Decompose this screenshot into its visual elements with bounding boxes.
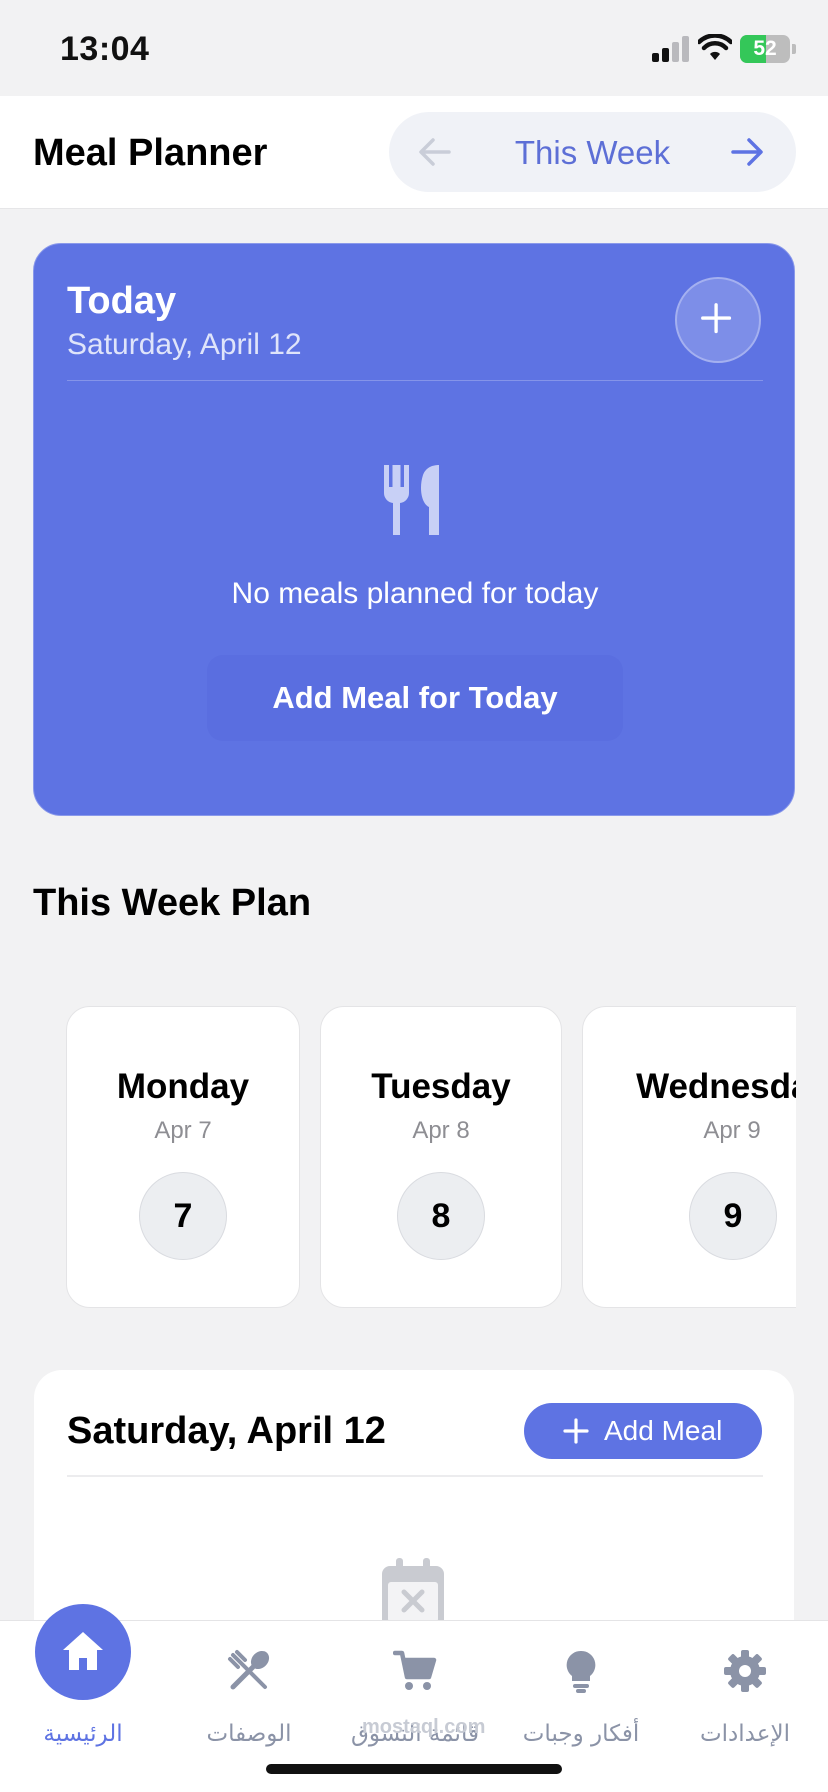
status-time: 13:04 (60, 30, 150, 68)
utensils-icon (228, 1650, 270, 1690)
home-tab-bubble (35, 1604, 131, 1700)
battery-percent: 52 (753, 37, 777, 60)
day-card-tuesday[interactable]: Tuesday Apr 8 8 (320, 1006, 562, 1308)
battery-indicator: 52 (740, 35, 796, 63)
home-icon (63, 1632, 103, 1670)
empty-meals-text: No meals planned for today (231, 577, 599, 610)
fork-knife-icon (383, 465, 439, 535)
day-card-monday[interactable]: Monday Apr 7 7 (66, 1006, 300, 1308)
watermark-text: mostaql.com (362, 1716, 486, 1738)
panel-divider (67, 1475, 763, 1477)
day-number-badge: 9 (689, 1172, 777, 1260)
day-date: Apr 7 (154, 1117, 212, 1144)
tab-recipes[interactable]: الوصفات (166, 1621, 332, 1751)
calendar-x-icon (382, 1558, 444, 1628)
today-title: Today (67, 280, 177, 322)
add-meal-button[interactable]: Add Meal (524, 1403, 762, 1459)
week-navigator: This Week (389, 112, 796, 192)
day-number-badge: 8 (397, 1172, 485, 1260)
arrow-left-icon[interactable] (415, 132, 455, 172)
tab-label: الرئيسية (43, 1721, 123, 1747)
week-label: This Week (514, 134, 671, 171)
week-days-scroller[interactable]: Monday Apr 7 7 Tuesday Apr 8 8 Wednesday… (58, 1000, 796, 1322)
page-title: Meal Planner (33, 132, 268, 174)
tab-label: الوصفات (206, 1721, 292, 1747)
add-meal-today-button[interactable]: Add Meal for Today (207, 655, 623, 741)
tab-settings[interactable]: الإعدادات (662, 1621, 828, 1751)
app-header: Meal Planner This Week (0, 96, 828, 209)
tab-label: الإعدادات (700, 1721, 790, 1747)
day-name: Tuesday (371, 1067, 511, 1106)
home-indicator[interactable] (266, 1764, 562, 1774)
wifi-icon (698, 34, 732, 60)
add-today-plus-button[interactable] (675, 277, 761, 363)
plus-icon (563, 1418, 589, 1444)
day-date: Apr 9 (703, 1117, 761, 1144)
tab-meal-ideas[interactable]: أفكار وجبات (498, 1621, 664, 1751)
day-card-wednesday[interactable]: Wednesday Apr 9 9 (582, 1006, 796, 1308)
today-date: Saturday, April 12 (67, 328, 302, 361)
arrow-right-icon[interactable] (727, 132, 767, 172)
tab-label: أفكار وجبات (522, 1721, 640, 1747)
lightbulb-icon (566, 1650, 596, 1693)
day-number-badge: 7 (139, 1172, 227, 1260)
today-card: Today Saturday, April 12 No meals planne… (33, 243, 795, 816)
cart-icon (393, 1650, 437, 1690)
selected-day-title: Saturday, April 12 (67, 1410, 386, 1452)
status-bar: 13:04 52 (0, 0, 828, 96)
tab-home[interactable]: الرئيسية (0, 1604, 166, 1751)
cellular-signal-icon (652, 36, 689, 62)
day-name: Wednesday (636, 1067, 796, 1106)
day-date: Apr 8 (412, 1117, 470, 1144)
add-meal-label: Add Meal (604, 1415, 723, 1446)
week-plan-title: This Week Plan (33, 882, 312, 924)
plus-icon (701, 303, 732, 334)
today-divider (67, 380, 763, 381)
gear-icon (724, 1650, 766, 1692)
day-name: Monday (116, 1067, 250, 1106)
